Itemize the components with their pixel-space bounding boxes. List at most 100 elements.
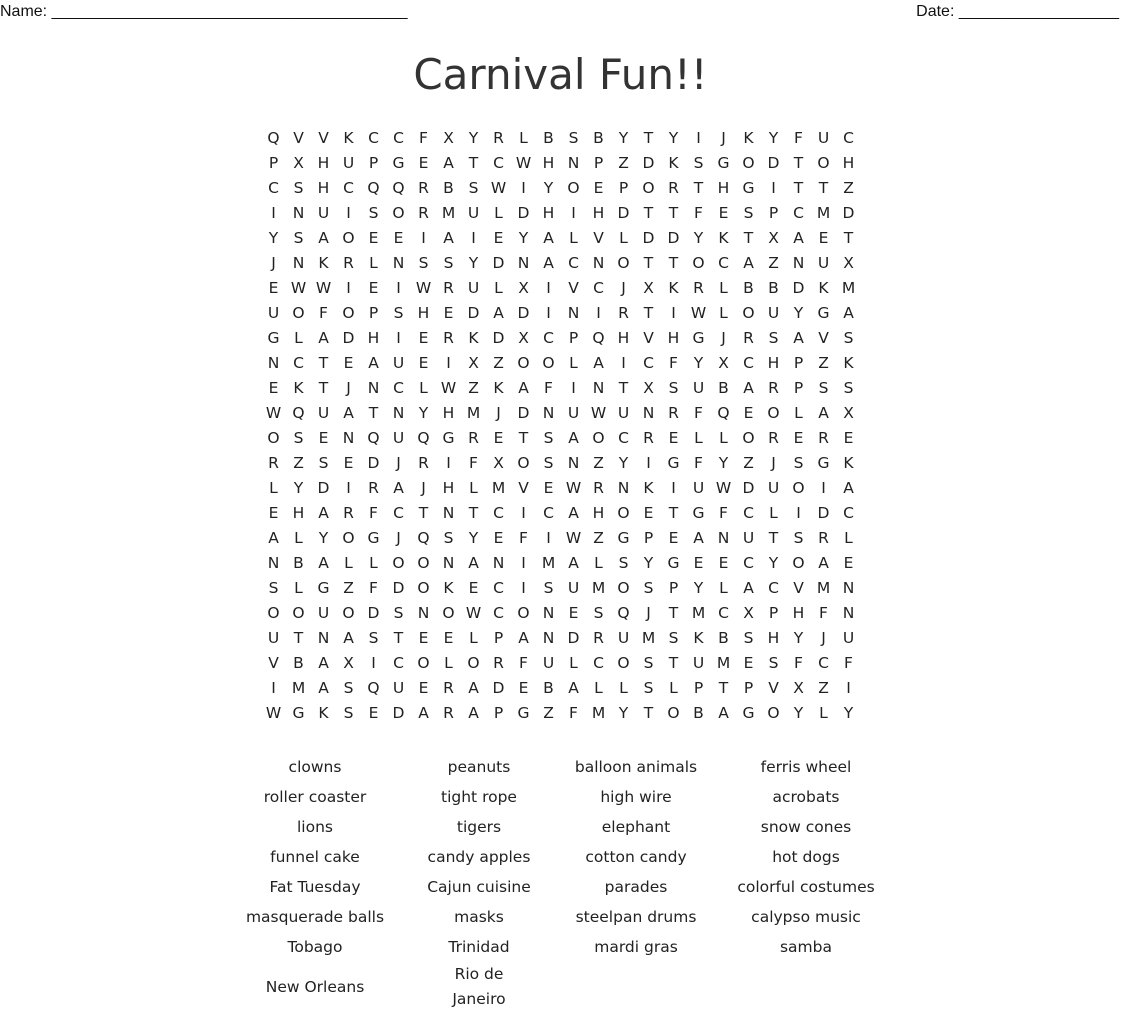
grid-letter: O [442, 603, 455, 622]
grid-letter: Y [793, 303, 804, 322]
word-bank-item: high wire [600, 787, 672, 806]
grid-letter: E [793, 428, 804, 447]
grid-letter: Y [693, 578, 704, 597]
grid-letter: S [468, 178, 479, 197]
grid-letter: O [417, 578, 430, 597]
grid-letter: P [793, 353, 804, 372]
word-bank-item: steelpan drums [575, 907, 697, 926]
grid-letter: J [396, 453, 401, 472]
grid-letter: R [593, 628, 604, 647]
grid-letter: M [541, 553, 556, 572]
grid-letter: Q [367, 678, 380, 697]
grid-letter: L [619, 678, 628, 697]
grid-letter: A [318, 228, 329, 247]
grid-letter: Z [468, 378, 479, 397]
grid-letter: Q [367, 178, 380, 197]
grid-letter: P [268, 153, 279, 172]
grid-letter: I [546, 303, 551, 322]
grid-letter: A [468, 703, 479, 722]
grid-row: UTNASTEELPANDRUMSKBSHYJU [261, 625, 861, 650]
grid-letter: Z [493, 353, 504, 372]
grid-letter: R [768, 428, 779, 447]
word-bank-row: roller coaster tight rope high wire acrobat… [230, 782, 890, 812]
grid-letter: H [442, 403, 455, 422]
grid-letter: D [467, 303, 480, 322]
grid-letter: N [317, 628, 330, 647]
grid-letter: D [517, 203, 530, 222]
grid-letter: A [318, 678, 329, 697]
grid-letter: N [342, 428, 355, 447]
grid-letter: W [565, 528, 582, 547]
grid-letter: S [543, 428, 554, 447]
grid-letter: U [342, 153, 355, 172]
grid-letter: N [567, 303, 580, 322]
grid-letter: F [719, 503, 728, 522]
grid-letter: I [846, 678, 851, 697]
grid-letter: A [443, 153, 454, 172]
grid-letter: G [667, 553, 680, 572]
grid-letter: F [469, 453, 478, 472]
grid-letter: A [793, 228, 804, 247]
grid-letter: R [743, 328, 754, 347]
grid-row: LYDIRAJHLMVEWRNKIUWDUOIA [261, 475, 861, 500]
grid-letter: F [319, 303, 328, 322]
grid-letter: R [418, 203, 429, 222]
grid-letter: N [842, 578, 855, 597]
grid-letter: L [594, 678, 603, 697]
grid-letter: O [542, 353, 555, 372]
grid-letter: A [343, 628, 354, 647]
word-bank-item: colorful costumes [737, 877, 875, 896]
grid-letter: P [743, 678, 754, 697]
grid-letter: R [493, 653, 504, 672]
grid-letter: W [565, 478, 582, 497]
grid-letter: O [342, 528, 355, 547]
grid-letter: E [718, 553, 729, 572]
grid-letter: B [293, 653, 304, 672]
word-bank-item: Cajun cuisine [427, 877, 531, 896]
grid-letter: C [718, 253, 729, 272]
grid-letter: R [693, 278, 704, 297]
grid-letter: E [368, 278, 379, 297]
grid-letter: I [521, 553, 526, 572]
grid-letter: C [543, 503, 554, 522]
grid-letter: F [794, 653, 803, 672]
grid-letter: M [291, 678, 306, 697]
grid-letter: X [643, 378, 654, 397]
grid-letter: J [721, 128, 726, 147]
grid-letter: N [542, 603, 555, 622]
word-bank-item: clowns [288, 757, 342, 776]
word-bank-item: ferris wheel [760, 757, 852, 776]
grid-letter: M [491, 478, 506, 497]
grid-letter: L [569, 653, 578, 672]
grid-letter: I [346, 203, 351, 222]
grid-letter: A [818, 553, 829, 572]
grid-letter: M [716, 653, 731, 672]
word-bank-item: calypso music [751, 907, 861, 926]
grid-letter: O [342, 228, 355, 247]
grid-letter: P [493, 703, 504, 722]
grid-letter: F [519, 528, 528, 547]
grid-letter: D [342, 328, 355, 347]
grid-letter: G [817, 453, 830, 472]
grid-letter: L [294, 528, 303, 547]
word-bank-item: Tobago [287, 937, 343, 956]
grid-letter: Y [518, 228, 529, 247]
grid-letter: S [343, 678, 354, 697]
grid-letter: E [368, 228, 379, 247]
grid-letter: A [568, 678, 579, 697]
grid-letter: G [742, 178, 755, 197]
grid-letter: F [794, 128, 803, 147]
grid-letter: T [643, 303, 654, 322]
word-bank-row: lions tigers elephant snow cones [230, 812, 890, 842]
grid-row: PXHUPGEATCWHNPZDKSGODTOH [261, 150, 861, 175]
grid-letter: I [521, 178, 526, 197]
grid-letter: M [816, 203, 831, 222]
grid-letter: V [768, 678, 779, 697]
grid-letter: C [593, 653, 604, 672]
grid-letter: C [768, 578, 779, 597]
grid-letter: U [817, 253, 830, 272]
grid-letter: O [617, 253, 630, 272]
grid-letter: R [668, 403, 679, 422]
grid-letter: Q [617, 603, 630, 622]
grid-letter: T [643, 128, 654, 147]
